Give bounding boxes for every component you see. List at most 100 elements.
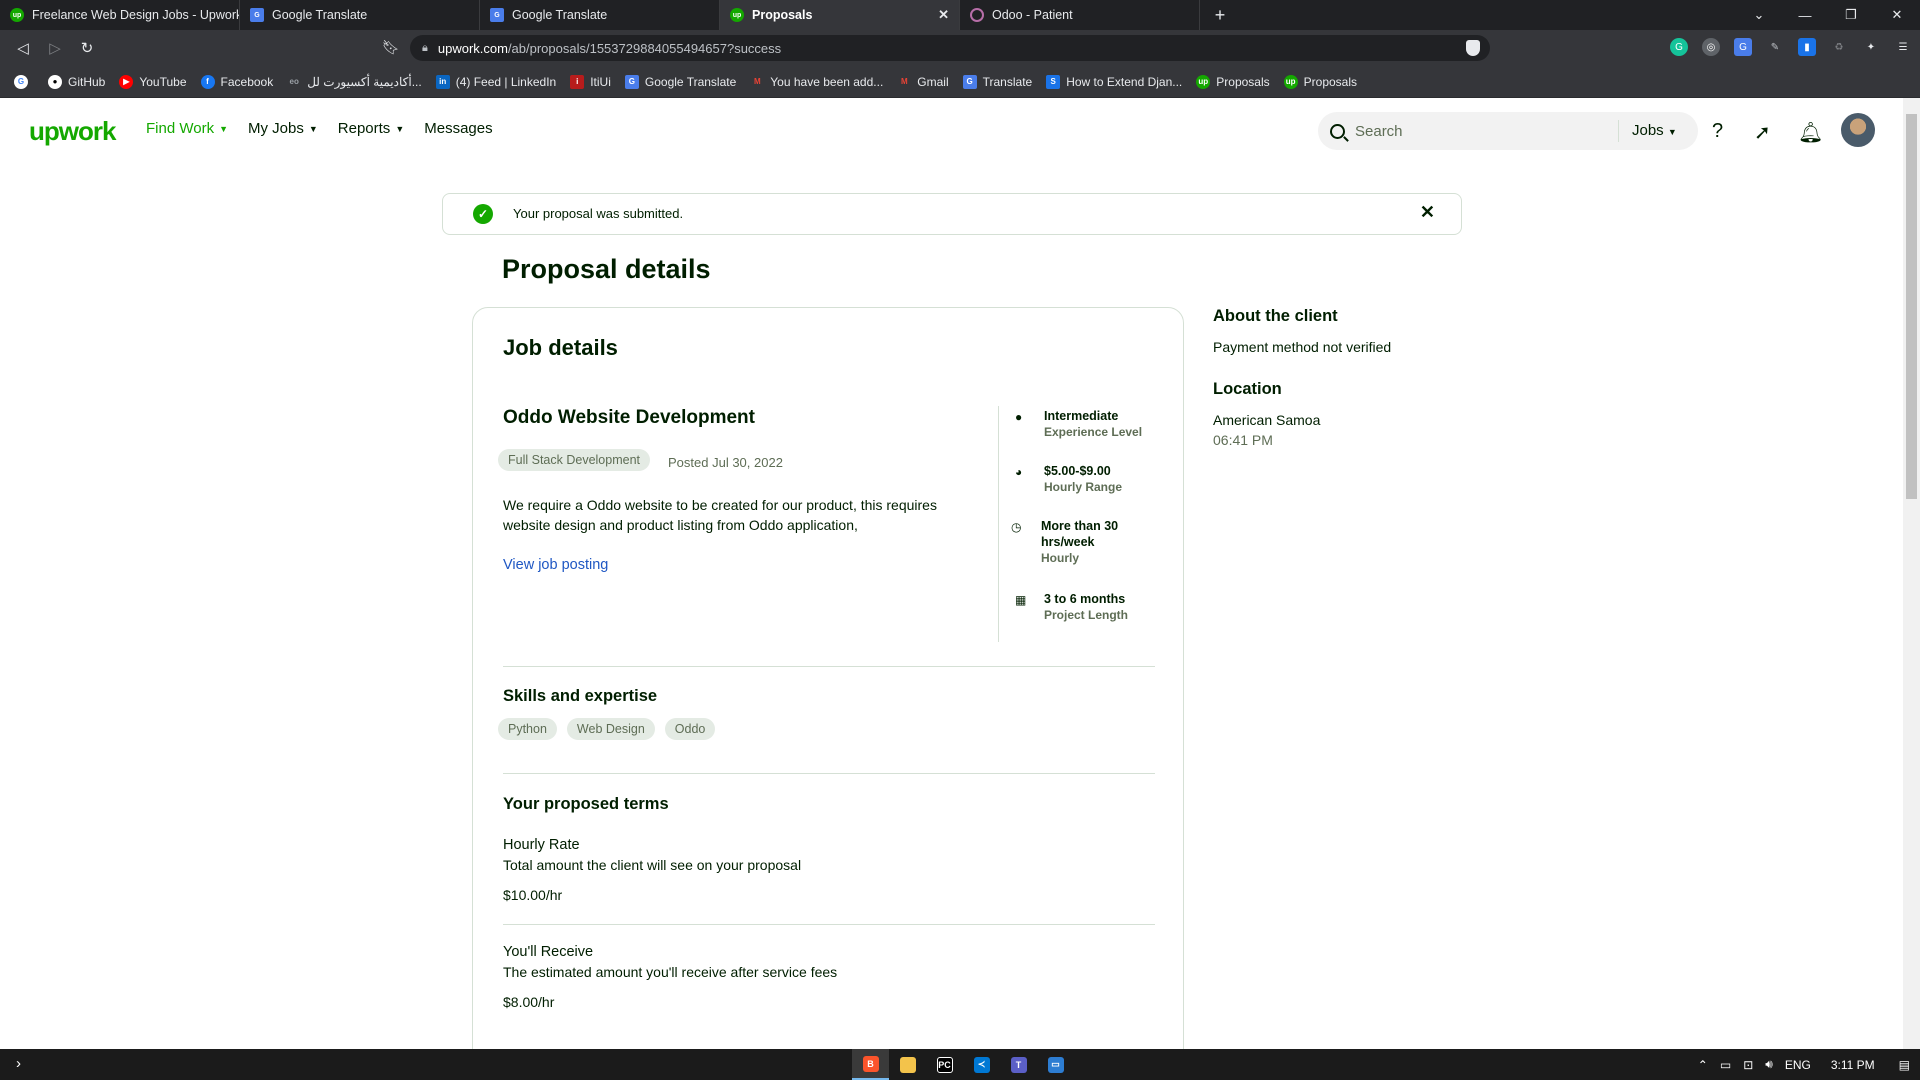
close-tab-icon[interactable]: ✕ xyxy=(938,7,949,23)
bookmark-youtube[interactable]: ▶ YouTube xyxy=(119,74,187,89)
tab-search-icon[interactable]: ⌄ xyxy=(1736,0,1782,30)
url-host: upwork.com xyxy=(437,40,508,56)
bookmark-facebook[interactable]: f Facebook xyxy=(200,74,273,89)
skills-list: Python Web Design Oddo xyxy=(498,718,716,740)
taskbar-vscode[interactable]: ≺ xyxy=(963,1049,1000,1080)
trash-icon[interactable]: ▮ xyxy=(1798,38,1816,56)
language-indicator[interactable]: ENG xyxy=(1785,1058,1811,1072)
reload-button[interactable]: ↻ xyxy=(72,33,102,63)
search-icon[interactable] xyxy=(1330,123,1345,139)
taskbar-pycharm[interactable]: PC xyxy=(926,1049,963,1080)
close-alert-button[interactable]: ✕ xyxy=(1420,202,1435,223)
browser-tab[interactable]: G Google Translate xyxy=(240,0,480,30)
browser-tab[interactable]: Odoo - Patient xyxy=(960,0,1200,30)
address-bar: ◁ ▷ ↻ 🔖︎ 🔒︎ upwork.com/ab/proposals/1553… xyxy=(0,30,1920,66)
network-icon[interactable]: ⊡ xyxy=(1743,1058,1753,1072)
nav-find-work[interactable]: Find Work ▼ xyxy=(146,120,228,137)
job-category-badge[interactable]: Full Stack Development xyxy=(498,449,651,471)
taskbar-app[interactable]: ▭ xyxy=(1037,1049,1074,1080)
job-details-card: Job details Oddo Website Development Ful… xyxy=(472,307,1184,1080)
forward-button[interactable]: ▷ xyxy=(40,33,70,63)
search-bar: Search Jobs ▼ xyxy=(1318,112,1698,150)
bookmark-django[interactable]: S How to Extend Djan... xyxy=(1046,74,1182,89)
payment-status: Payment method not verified xyxy=(1213,339,1392,355)
new-tab-button[interactable]: + xyxy=(1200,0,1240,30)
divider xyxy=(503,924,1155,925)
search-input[interactable]: Search xyxy=(1355,123,1403,140)
clock[interactable]: 3:11 PM xyxy=(1831,1058,1875,1072)
tab-title: Google Translate xyxy=(512,8,608,22)
taskbar-brave[interactable]: B xyxy=(852,1049,889,1080)
bookmark-academy[interactable]: eo أكاديمية أكسيورت لل... xyxy=(287,75,422,89)
google-translate-icon[interactable]: G xyxy=(1734,38,1752,56)
youll-receive-value: $8.00/hr xyxy=(503,994,555,1010)
bookmark-itiui[interactable]: i ItiUi xyxy=(570,74,611,89)
upwork-logo[interactable]: upwork xyxy=(29,116,116,147)
feature-value: 3 to 6 months xyxy=(1044,592,1126,606)
nav-messages[interactable]: Messages xyxy=(424,120,492,137)
about-client-title: About the client xyxy=(1213,307,1338,325)
nav-reports[interactable]: Reports ▼ xyxy=(338,120,404,137)
chevron-up-icon[interactable]: ⌃ xyxy=(1698,1058,1708,1072)
extensions-icon[interactable]: ✦ xyxy=(1862,38,1880,56)
bookmark-label: YouTube xyxy=(139,74,187,89)
google-translate-icon: G xyxy=(624,74,639,89)
view-job-posting-link[interactable]: View job posting xyxy=(503,557,608,573)
bookmark-github[interactable]: ● GitHub xyxy=(48,74,105,89)
browser-tab-active[interactable]: up Proposals ✕ xyxy=(720,0,960,30)
minimize-button[interactable]: — xyxy=(1782,0,1828,30)
youll-receive-description: The estimated amount you'll receive afte… xyxy=(503,964,838,980)
bookmark-label: ItiUi xyxy=(590,74,611,89)
menu-icon[interactable]: ☰ xyxy=(1894,38,1912,56)
tab-title: Freelance Web Design Jobs - Upwork xyxy=(32,8,240,22)
taskbar-teams[interactable]: T xyxy=(1000,1049,1037,1080)
back-button[interactable]: ◁ xyxy=(8,33,38,63)
nav-my-jobs[interactable]: My Jobs ▼ xyxy=(248,120,318,137)
restore-button[interactable]: ❐ xyxy=(1828,0,1874,30)
volume-icon[interactable]: 🔊︎ xyxy=(1765,1057,1773,1072)
odoo-icon xyxy=(970,8,984,22)
direct-contracts-icon[interactable]: ➚ xyxy=(1754,120,1771,145)
brave-icon: B xyxy=(862,1055,879,1072)
brave-shield-icon[interactable] xyxy=(1466,40,1480,56)
scrollbar-thumb[interactable] xyxy=(1906,114,1917,499)
bookmark-translate[interactable]: G Translate xyxy=(962,74,1032,89)
search-scope-dropdown[interactable]: Jobs ▼ xyxy=(1632,122,1677,139)
window-controls: ⌄ — ❐ ✕ xyxy=(1736,0,1920,30)
notifications-bell-icon[interactable]: 🔔︎ xyxy=(1798,120,1823,145)
posted-date: Posted Jul 30, 2022 xyxy=(668,455,783,470)
skill-badge[interactable]: Web Design xyxy=(566,718,655,740)
record-icon[interactable]: ◎ xyxy=(1702,38,1720,56)
bookmark-gmail-added[interactable]: M You have been add... xyxy=(750,75,883,89)
nav-label: Find Work xyxy=(146,120,215,137)
location-title: Location xyxy=(1213,380,1282,398)
recycle-icon[interactable]: ♻ xyxy=(1830,38,1848,56)
chevron-down-icon: ▼ xyxy=(1667,127,1677,137)
skill-badge[interactable]: Oddo xyxy=(664,718,716,740)
bookmark-proposals[interactable]: up Proposals xyxy=(1196,74,1270,89)
bookmark-google-translate[interactable]: G Google Translate xyxy=(624,74,736,89)
taskbar: › B PC ≺ T ▭ ⌃ ▭ ⊡ 🔊︎ ENG 3:11 PM ▤ xyxy=(0,1049,1920,1080)
teams-icon: T xyxy=(1010,1056,1027,1073)
help-icon[interactable]: ? xyxy=(1712,120,1723,143)
grammarly-icon[interactable]: G xyxy=(1670,38,1688,56)
url-field[interactable]: 🔒︎ upwork.com/ab/proposals/1553729884055… xyxy=(410,35,1490,61)
pen-icon[interactable]: ✎ xyxy=(1766,38,1784,56)
browser-tab[interactable]: G Google Translate xyxy=(480,0,720,30)
bookmark-icon[interactable]: 🔖︎ xyxy=(382,39,400,56)
chevron-right-icon[interactable]: › xyxy=(16,1055,21,1072)
bookmark-gmail[interactable]: M Gmail xyxy=(897,75,949,89)
vscode-icon: ≺ xyxy=(973,1056,990,1073)
bookmark-linkedin[interactable]: in (4) Feed | LinkedIn xyxy=(435,74,556,89)
browser-tab[interactable]: up Freelance Web Design Jobs - Upwork xyxy=(0,0,240,30)
linkedin-icon: in xyxy=(435,74,450,89)
skill-badge[interactable]: Python xyxy=(498,718,557,740)
bookmark-proposals[interactable]: up Proposals xyxy=(1283,74,1357,89)
close-window-button[interactable]: ✕ xyxy=(1874,0,1920,30)
taskbar-explorer[interactable] xyxy=(889,1049,926,1080)
avatar[interactable] xyxy=(1841,113,1875,147)
client-country: American Samoa xyxy=(1213,412,1321,428)
battery-icon[interactable]: ▭ xyxy=(1720,1058,1731,1072)
bookmark-google[interactable]: G xyxy=(14,74,34,89)
notification-center-icon[interactable]: ▤ xyxy=(1899,1058,1910,1072)
